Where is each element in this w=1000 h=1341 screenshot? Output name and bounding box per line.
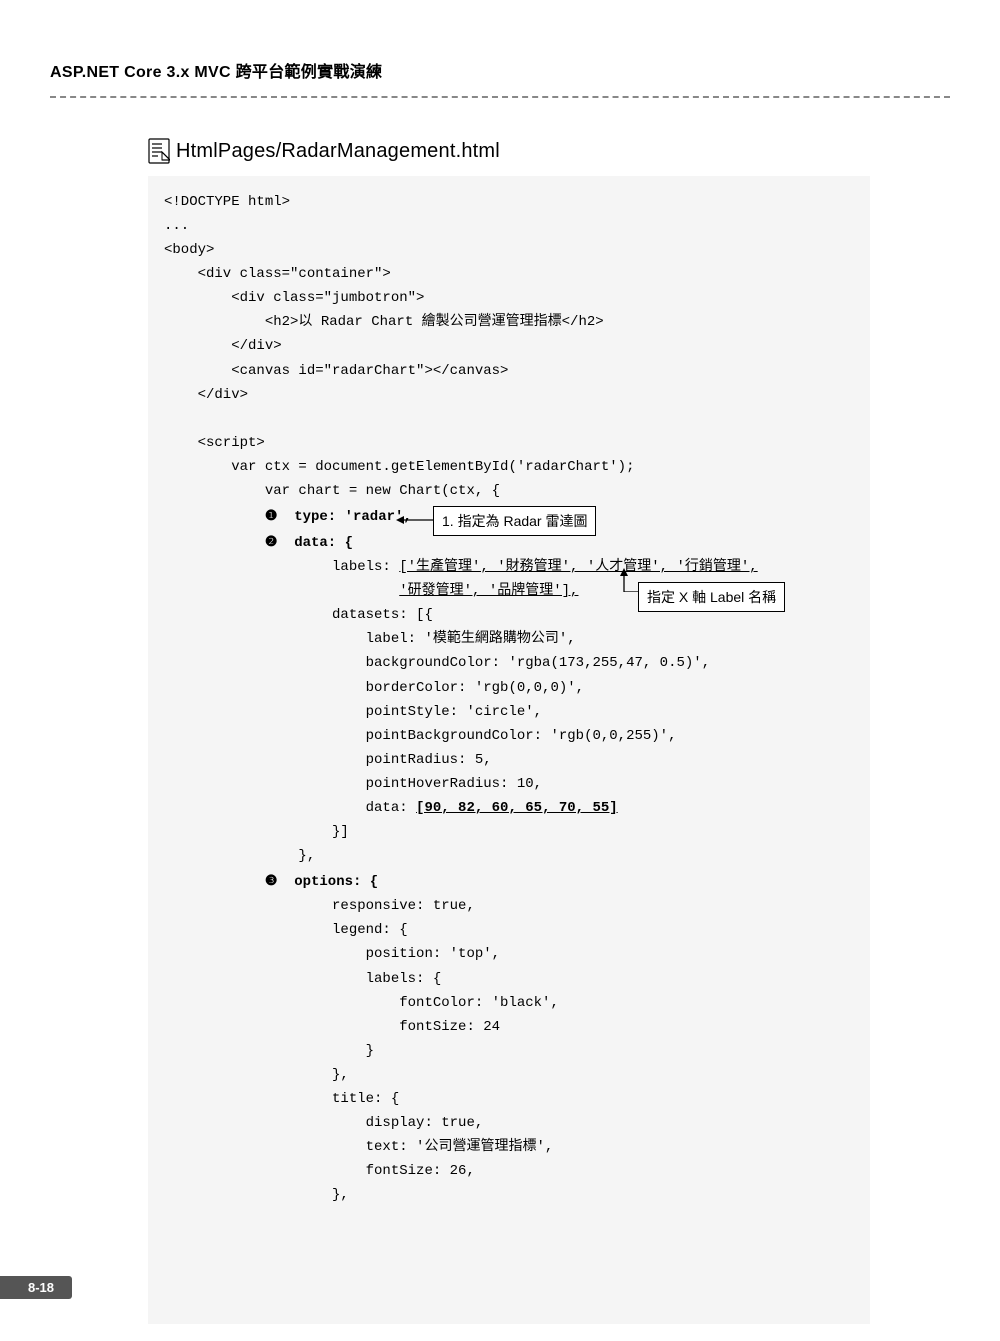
header-divider [50,96,950,98]
code-line: fontColor: 'black', [164,995,559,1011]
code-line: <canvas id="radarChart"></canvas> [164,363,508,379]
code-line: } [164,1043,374,1059]
code-line: labels: [164,559,399,575]
bullet-icon: ❶ [265,507,278,523]
code-line: display: true, [164,1115,483,1131]
code-line: data: { [277,535,353,551]
code-line: <script> [164,435,265,451]
code-line: label: '模範生網路購物公司', [164,631,576,647]
code-line: var chart = new Chart(ctx, { [164,483,500,499]
code-line: <div class="container"> [164,266,391,282]
code-line: labels: { [164,971,441,987]
code-underlined: '研發管理', '品牌管理'], [399,583,578,599]
file-icon [148,138,170,164]
code-line: var ctx = document.getElementById('radar… [164,459,634,475]
page-header-title: ASP.NET Core 3.x MVC 跨平台範例實戰演練 [50,58,950,82]
page-number: 8-18 [0,1276,72,1299]
code-line: pointBackgroundColor: 'rgb(0,0,255)', [164,728,676,744]
code-line [164,874,265,890]
code-line: pointStyle: 'circle', [164,704,542,720]
callout-box: 指定 X 軸 Label 名稱 [638,582,785,612]
file-path-title: HtmlPages/RadarManagement.html [176,140,500,163]
code-line: borderColor: 'rgb(0,0,0)', [164,680,584,696]
code-line: </div> [164,387,248,403]
code-line: type: 'radar', [277,509,411,525]
code-line: }, [164,1067,349,1083]
code-underlined: ['生產管理', '財務管理', '人才管理', '行銷管理', [399,559,757,575]
code-line: legend: { [164,922,408,938]
code-line [164,583,399,599]
code-line: <h2>以 Radar Chart 繪製公司營運管理指標</h2> [164,314,604,330]
code-line: backgroundColor: 'rgba(173,255,47, 0.5)'… [164,655,710,671]
bullet-icon: ❸ [265,872,278,888]
bullet-icon: ❷ [265,533,278,549]
file-heading: HtmlPages/RadarManagement.html [148,138,950,164]
code-underlined: [90, 82, 60, 65, 70, 55] [416,800,618,816]
code-line: ... [164,218,189,234]
code-line [164,535,265,551]
code-line: title: { [164,1091,399,1107]
code-line: text: '公司營運管理指標', [164,1139,553,1155]
code-line: <body> [164,242,214,258]
code-line: }] [164,824,349,840]
code-line: pointRadius: 5, [164,752,492,768]
code-line: responsive: true, [164,898,475,914]
code-line: }, [164,1187,349,1203]
code-line: position: 'top', [164,946,500,962]
code-line: <div class="jumbotron"> [164,290,424,306]
code-line: fontSize: 26, [164,1163,475,1179]
callout-box: 1. 指定為 Radar 雷達圖 [433,506,596,536]
code-line: datasets: [{ [164,607,433,623]
code-line: fontSize: 24 [164,1019,500,1035]
code-line: <!DOCTYPE html> [164,194,290,210]
code-line: }, [164,848,315,864]
code-line: options: { [277,874,378,890]
code-line: pointHoverRadius: 10, [164,776,542,792]
code-line: data: [164,800,416,816]
code-line [164,509,265,525]
code-line: </div> [164,338,282,354]
code-block: <!DOCTYPE html> ... <body> <div class="c… [148,176,870,1324]
